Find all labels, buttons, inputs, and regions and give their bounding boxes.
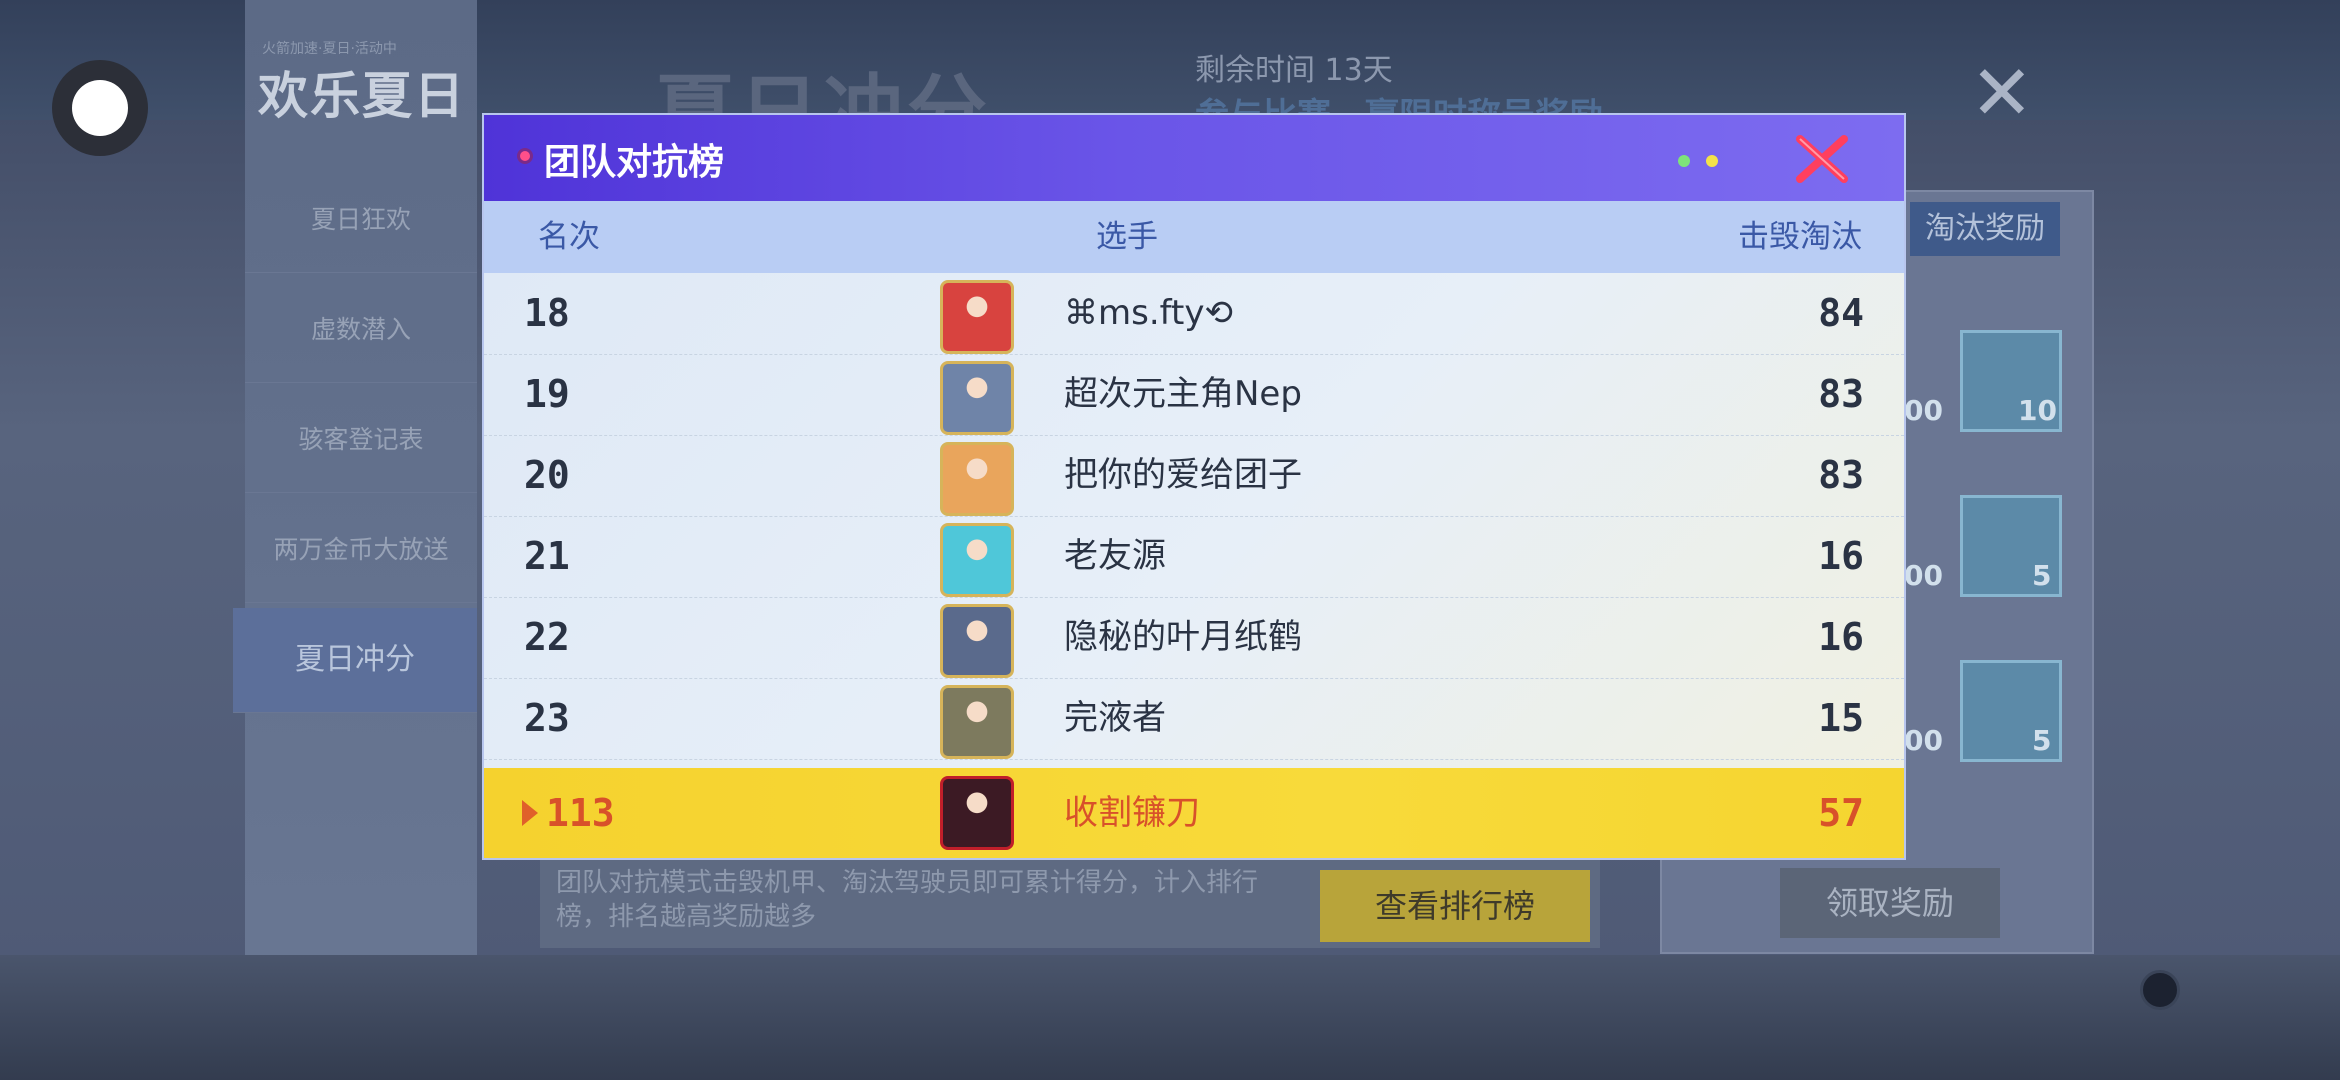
table-row[interactable]: 23 完液者 15 <box>484 678 1904 760</box>
remaining-time: 剩余时间 13天 <box>1195 53 1393 88</box>
sidebar-item-hacker-register[interactable]: 骇客登记表 <box>245 388 477 493</box>
header-bullet-icon <box>520 151 530 161</box>
row-rank: 23 <box>524 696 570 740</box>
row-rank: 20 <box>524 453 570 497</box>
modal-title: 团队对抗榜 <box>544 142 725 183</box>
avatar[interactable] <box>940 604 1014 678</box>
avatar[interactable] <box>940 280 1014 354</box>
column-header: 名次 选手 击毁淘汰 <box>484 201 1904 273</box>
gift-count: 00 <box>1904 724 1943 757</box>
bottom-band <box>0 955 2340 1080</box>
sidebar-item-summer-rush[interactable]: 夏日冲分 <box>233 608 477 713</box>
row-rank: 18 <box>524 291 570 335</box>
avatar[interactable] <box>940 523 1014 597</box>
leaderboard-modal: 团队对抗榜 名次 选手 击毁淘汰 18 ⌘ms.fty⟲ 84 19 超次元主角… <box>484 115 1904 858</box>
row-score: 16 <box>1818 615 1864 659</box>
my-score: 57 <box>1818 791 1864 835</box>
row-score: 83 <box>1818 372 1864 416</box>
close-icon[interactable] <box>1790 131 1854 187</box>
camera-icon <box>2140 970 2180 1010</box>
indicator-dot-icon <box>1706 155 1718 167</box>
sidebar-item-summer-carnival[interactable]: 夏日狂欢 <box>245 168 477 273</box>
player-name: ⌘ms.fty⟲ <box>1064 293 1233 333</box>
player-name: 完液者 <box>1064 698 1166 738</box>
column-rank: 名次 <box>538 219 600 255</box>
table-row[interactable]: 19 超次元主角Nep 83 <box>484 354 1904 436</box>
column-score: 击毁淘汰 <box>1738 219 1862 255</box>
row-score: 16 <box>1818 534 1864 578</box>
logo-subtitle: 火箭加速·夏日·活动中 <box>262 41 397 57</box>
claim-reward-button[interactable]: 领取奖励 <box>1780 868 2000 938</box>
elimination-reward-tab[interactable]: 淘汰奖励 <box>1910 202 2060 256</box>
row-score: 83 <box>1818 453 1864 497</box>
table-row[interactable]: 22 隐秘的叶月纸鹤 16 <box>484 597 1904 679</box>
sidebar-item-gold-giveaway[interactable]: 两万金币大放送 <box>245 498 477 603</box>
background-close-icon[interactable]: ✕ <box>1970 48 2034 137</box>
row-rank: 21 <box>524 534 570 578</box>
my-rank: 113 <box>546 791 615 835</box>
gift-count: 00 <box>1904 559 1943 592</box>
avatar[interactable] <box>940 776 1014 850</box>
gift-count: 10 <box>2018 394 2057 427</box>
my-name: 收割镰刀 <box>1064 793 1200 833</box>
row-rank: 19 <box>524 372 570 416</box>
row-score: 15 <box>1818 696 1864 740</box>
avatar[interactable] <box>940 442 1014 516</box>
table-row[interactable]: 18 ⌘ms.fty⟲ 84 <box>484 273 1904 355</box>
view-leaderboard-button[interactable]: 查看排行榜 <box>1320 870 1590 942</box>
avatar[interactable] <box>940 685 1014 759</box>
table-row[interactable]: 20 把你的爱给团子 83 <box>484 435 1904 517</box>
modal-header: 团队对抗榜 <box>484 115 1904 201</box>
row-score: 84 <box>1818 291 1864 335</box>
table-row[interactable]: 21 老友源 16 <box>484 516 1904 598</box>
column-player: 选手 <box>1096 219 1158 255</box>
player-name: 老友源 <box>1064 536 1166 576</box>
event-logo: 欢乐夏日 <box>258 67 466 125</box>
player-name: 把你的爱给团子 <box>1064 455 1302 495</box>
sidebar-item-infiltration[interactable]: 虚数潜入 <box>245 278 477 383</box>
avatar[interactable] <box>940 361 1014 435</box>
player-name: 隐秘的叶月纸鹤 <box>1064 617 1302 657</box>
player-name: 超次元主角Nep <box>1064 374 1302 414</box>
event-description: 团队对抗模式击毁机甲、淘汰驾驶员即可累计得分，计入排行榜，排名越高奖励越多 <box>556 868 1259 932</box>
indicator-dot-icon <box>1678 155 1690 167</box>
my-rank-row[interactable]: 113 收割镰刀 57 <box>484 768 1904 858</box>
gift-count: 5 <box>2032 559 2052 592</box>
gift-count: 00 <box>1904 394 1943 427</box>
row-rank: 22 <box>524 615 570 659</box>
gift-count: 5 <box>2032 724 2052 757</box>
floating-assist-button[interactable] <box>52 60 148 156</box>
pointer-arrow-icon <box>522 800 538 826</box>
